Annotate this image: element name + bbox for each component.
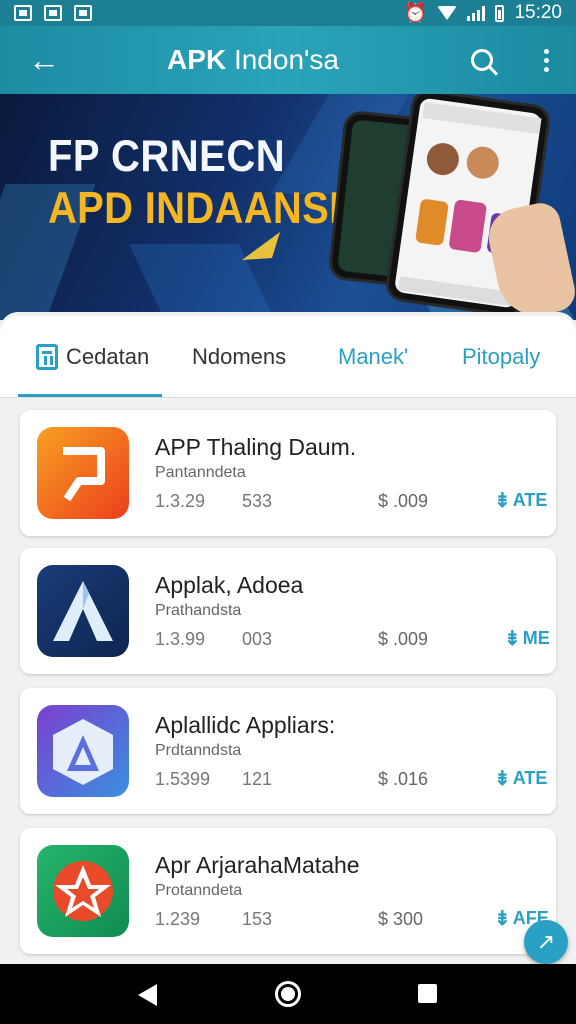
install-button[interactable]: ⇟ ME (504, 626, 550, 651)
app-name: Aplallidc Appliars: (155, 712, 336, 738)
alarm-icon: ⏰ (403, 3, 428, 24)
nav-home-button[interactable] (275, 981, 301, 1007)
install-button[interactable]: ⇟ ATE (494, 766, 547, 791)
install-label: ATE (512, 768, 548, 788)
back-arrow-icon: ← (28, 42, 60, 78)
nav-back-button[interactable] (138, 984, 157, 1006)
calendar-icon (36, 344, 58, 370)
tab-manek[interactable]: Manek' (338, 344, 408, 370)
banner-headline: FP CRNECN (48, 132, 286, 182)
app-developer: Pantanndeta (155, 464, 246, 481)
app-title-rest: Indon'sa (226, 44, 339, 75)
banner-subheadline: APD INDAANSIA (48, 184, 370, 234)
category-tabs: Cedatan Ndomens Manek' Pitopaly (0, 316, 576, 398)
app-count: 153 (242, 909, 273, 929)
more-options-button[interactable] (516, 48, 576, 72)
more-vert-icon (543, 48, 549, 54)
app-list-item[interactable]: APP Thaling Daum. Pantanndeta 1.3.29 533… (20, 410, 556, 536)
app-developer: Prathandsta (155, 602, 242, 619)
scroll-top-button[interactable]: ↗ (524, 920, 568, 964)
app-price: $ .009 (378, 491, 429, 511)
nav-recents-button[interactable] (418, 984, 437, 1003)
download-icon: ⇟ (494, 490, 511, 512)
install-button[interactable]: ⇟ ATE (494, 488, 547, 513)
image-icon (14, 5, 32, 21)
tab-label: Pitopaly (462, 344, 541, 369)
app-count: 121 (242, 769, 273, 789)
app-version: 1.5399 (155, 769, 211, 789)
system-nav-bar (0, 964, 576, 1024)
battery-icon (495, 4, 505, 22)
install-label: ATE (512, 490, 548, 510)
search-icon (471, 49, 493, 71)
tab-label: Ndomens (192, 344, 287, 369)
download-icon: ⇟ (494, 768, 511, 790)
tab-pitopaly[interactable]: Pitopaly (462, 344, 540, 370)
photo-icon (44, 5, 62, 21)
app-price: $ .016 (378, 769, 429, 789)
app-bar: ← APK Indon'sa (0, 26, 576, 94)
app-name: APP Thaling Daum. (155, 434, 357, 460)
app-developer: Prdtanndsta (155, 742, 242, 759)
app-list-item[interactable]: Aplallidc Appliars: Prdtanndsta 1.5399 1… (20, 688, 556, 814)
app-version: 1.3.99 (155, 629, 206, 649)
app-price: $ .009 (378, 629, 429, 649)
app-icon-purple-a (37, 705, 129, 797)
app-count: 003 (242, 629, 273, 649)
plus-box-icon (74, 5, 92, 21)
app-icon-orange-p (37, 427, 129, 519)
tab-label: Manek' (338, 344, 409, 369)
app-version: 1.3.29 (155, 491, 206, 511)
app-name: Applak, Adoea (155, 572, 304, 598)
tab-cedatan[interactable]: Cedatan (36, 344, 149, 370)
active-tab-indicator (18, 394, 162, 397)
app-developer: Protanndeta (155, 882, 243, 899)
status-time: 15:20 (514, 2, 562, 23)
tab-label: Cedatan (66, 344, 150, 369)
promo-banner[interactable]: FP CRNECN APD INDAANSIA (0, 94, 576, 320)
arrow-diagonal-icon: ↗ (536, 929, 556, 954)
app-list-item[interactable]: Apr ArjarahaMatahe Protanndeta 1.239 153… (20, 828, 556, 954)
download-icon: ⇟ (504, 628, 521, 650)
search-button[interactable] (448, 49, 516, 71)
app-icon-blue-a (37, 565, 129, 657)
app-title: APK Indon'sa (58, 44, 448, 76)
app-version: 1.239 (155, 909, 201, 929)
status-bar: ⏰ 15:20 (0, 0, 576, 26)
wifi-icon (437, 6, 458, 20)
app-icon-green-star (37, 845, 129, 937)
download-icon: ⇟ (494, 908, 511, 930)
tab-ndomens[interactable]: Ndomens (192, 344, 286, 370)
app-count: 533 (242, 491, 273, 511)
app-price: $ 300 (378, 909, 424, 929)
app-name: Apr ArjarahaMatahe (155, 852, 360, 878)
app-list-item[interactable]: Applak, Adoea Prathandsta 1.3.99 003 $ .… (20, 548, 556, 674)
signal-icon (467, 5, 486, 21)
install-label: ME (522, 628, 550, 648)
app-title-bold: APK (167, 44, 227, 75)
triangle-icon (242, 232, 280, 260)
